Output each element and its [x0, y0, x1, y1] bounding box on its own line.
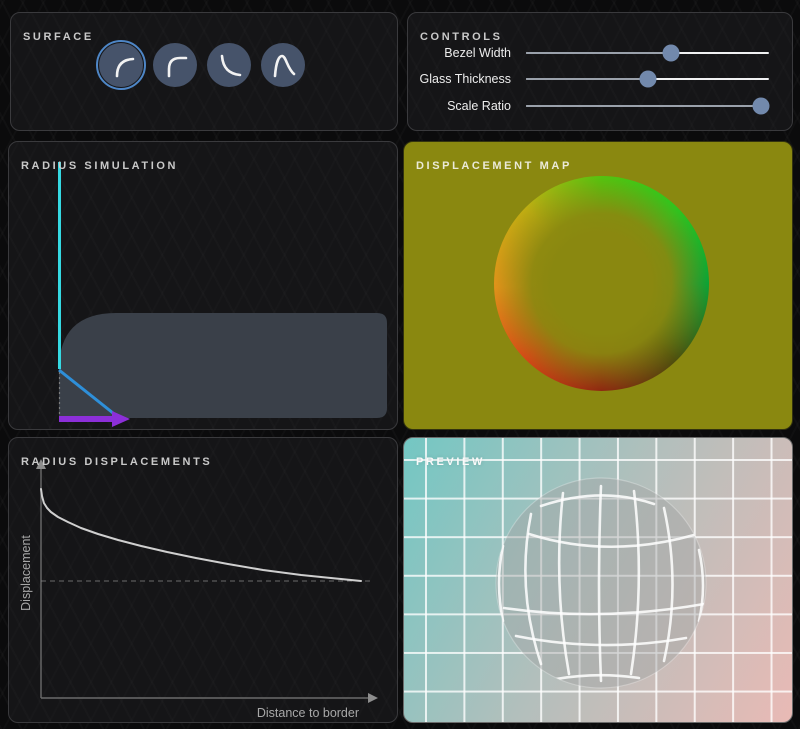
displacement-map-panel: DISPLACEMENT MAP: [403, 141, 793, 430]
bump-icon: [261, 43, 305, 87]
lens-distortion: [404, 438, 793, 723]
displacement-sphere: [494, 176, 709, 391]
bezel-width-slider-track[interactable]: [526, 52, 769, 54]
scale-ratio-slider-row: Scale Ratio: [408, 97, 792, 115]
radius-displacements-panel-title: RADIUS DISPLACEMENTS: [21, 456, 212, 468]
glass-surface-shape: [59, 313, 387, 418]
scale-ratio-label: Scale Ratio: [408, 99, 511, 113]
rounded-corner-icon: [153, 43, 197, 87]
displacement-chart: Displacement Distance to border: [9, 438, 398, 723]
liquid-glass-tool-app: { "surface": { "title": "SURFACE", "opti…: [0, 0, 800, 729]
displacement-curve: [41, 489, 361, 581]
glass-thickness-slider-row: Glass Thickness: [408, 70, 792, 88]
glass-thickness-label: Glass Thickness: [408, 72, 511, 86]
surface-options-group: [99, 43, 305, 87]
scale-ratio-slider-fill: [526, 105, 761, 107]
controls-panel: CONTROLS Bezel Width Glass Thickness Sca…: [407, 12, 793, 131]
surface-panel-title: SURFACE: [23, 31, 94, 43]
lens-distorted-grid: [496, 478, 706, 688]
surface-option-bump[interactable]: [261, 43, 305, 87]
convex-arc-icon: [99, 43, 143, 87]
preview-panel-title: PREVIEW: [416, 456, 485, 468]
bezel-width-label: Bezel Width: [408, 46, 511, 60]
radius-displacements-panel: RADIUS DISPLACEMENTS Displacement Distan…: [8, 437, 398, 723]
ease-out-decay-icon: [207, 43, 251, 87]
surface-option-ease-out-decay[interactable]: [207, 43, 251, 87]
bezel-width-slider-row: Bezel Width: [408, 44, 792, 62]
glass-thickness-slider-fill: [526, 78, 648, 80]
glass-thickness-slider-track[interactable]: [526, 78, 769, 80]
radius-simulation-panel-title: RADIUS SIMULATION: [21, 160, 178, 172]
bezel-width-slider-thumb[interactable]: [662, 45, 679, 62]
x-axis-label: Distance to border: [257, 706, 359, 720]
bezel-width-slider-fill: [526, 52, 671, 54]
scale-ratio-slider-track[interactable]: [526, 105, 769, 107]
glass-thickness-slider-thumb[interactable]: [640, 71, 657, 88]
surface-option-convex-arc[interactable]: [99, 43, 143, 87]
controls-panel-title: CONTROLS: [420, 31, 503, 43]
radius-simulation-panel: RADIUS SIMULATION: [8, 141, 398, 430]
x-axis-arrow-icon: [368, 693, 378, 703]
surface-option-rounded-corner[interactable]: [153, 43, 197, 87]
preview-panel: PREVIEW: [403, 437, 793, 723]
y-axis-label: Displacement: [19, 535, 33, 611]
displacement-map-panel-title: DISPLACEMENT MAP: [416, 160, 572, 172]
radius-simulation-canvas: [9, 142, 398, 430]
surface-panel: SURFACE: [10, 12, 398, 131]
scale-ratio-slider-thumb[interactable]: [752, 98, 769, 115]
